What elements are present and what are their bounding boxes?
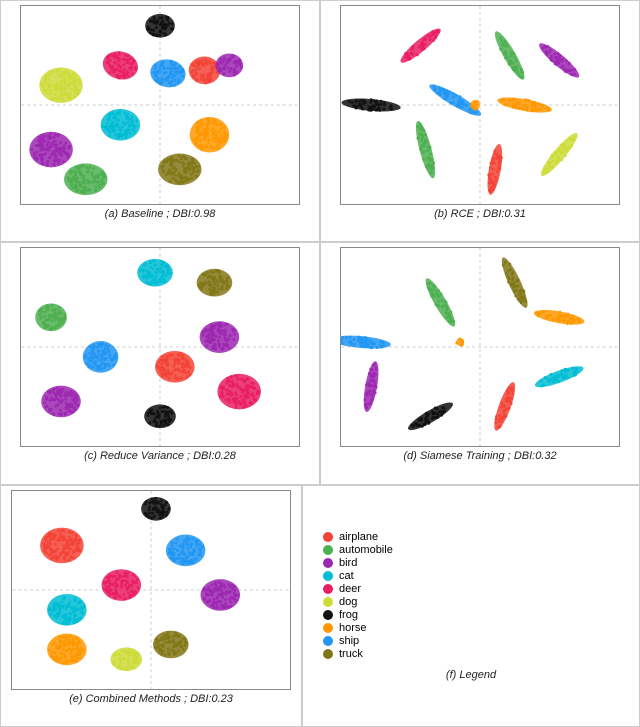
legend-label-automobile: automobile	[339, 544, 393, 556]
legend-dot-airplane	[323, 532, 333, 542]
legend-dot-horse	[323, 623, 333, 633]
legend-dot-frog	[323, 610, 333, 620]
legend-item-frog: frog	[323, 609, 393, 621]
legend-dot-deer	[323, 584, 333, 594]
legend-label-cat: cat	[339, 570, 354, 582]
plot-a: (a) Baseline ; DBI:0.98	[0, 0, 320, 242]
legend-panel: airplaneautomobilebirdcatdeerdogfroghors…	[302, 485, 640, 727]
legend-caption: (f) Legend	[446, 669, 496, 681]
legend-label-airplane: airplane	[339, 531, 378, 543]
legend-label-dog: dog	[339, 596, 357, 608]
legend-item-bird: bird	[323, 557, 393, 569]
scatter-plot-c	[20, 247, 300, 447]
plot-d: (d) Siamese Training ; DBI:0.32	[320, 242, 640, 484]
caption-e: (e) Combined Methods ; DBI:0.23	[69, 693, 233, 705]
legend-label-horse: horse	[339, 622, 367, 634]
legend-dot-dog	[323, 597, 333, 607]
scatter-plot-a	[20, 5, 300, 205]
legend-dot-cat	[323, 571, 333, 581]
legend-label-bird: bird	[339, 557, 357, 569]
legend-item-automobile: automobile	[323, 544, 393, 556]
legend-item-horse: horse	[323, 622, 393, 634]
caption-b: (b) RCE ; DBI:0.31	[434, 208, 526, 220]
legend-label-frog: frog	[339, 609, 358, 621]
scatter-plot-e	[11, 490, 291, 690]
plot-e: (e) Combined Methods ; DBI:0.23	[0, 485, 302, 727]
legend-item-truck: truck	[323, 648, 393, 660]
legend-dot-truck	[323, 649, 333, 659]
legend-dot-bird	[323, 558, 333, 568]
legend-label-truck: truck	[339, 648, 363, 660]
caption-d: (d) Siamese Training ; DBI:0.32	[403, 450, 556, 462]
caption-a: (a) Baseline ; DBI:0.98	[105, 208, 216, 220]
legend-item-ship: ship	[323, 635, 393, 647]
scatter-plot-b	[340, 5, 620, 205]
legend-label-deer: deer	[339, 583, 361, 595]
legend-dot-automobile	[323, 545, 333, 555]
plot-c: (c) Reduce Variance ; DBI:0.28	[0, 242, 320, 484]
legend-item-airplane: airplane	[323, 531, 393, 543]
plot-b: (b) RCE ; DBI:0.31	[320, 0, 640, 242]
legend-items: airplaneautomobilebirdcatdeerdogfroghors…	[323, 530, 393, 661]
caption-c: (c) Reduce Variance ; DBI:0.28	[84, 450, 236, 462]
legend-item-dog: dog	[323, 596, 393, 608]
legend-item-deer: deer	[323, 583, 393, 595]
legend-dot-ship	[323, 636, 333, 646]
scatter-plot-d	[340, 247, 620, 447]
legend-item-cat: cat	[323, 570, 393, 582]
legend-label-ship: ship	[339, 635, 359, 647]
